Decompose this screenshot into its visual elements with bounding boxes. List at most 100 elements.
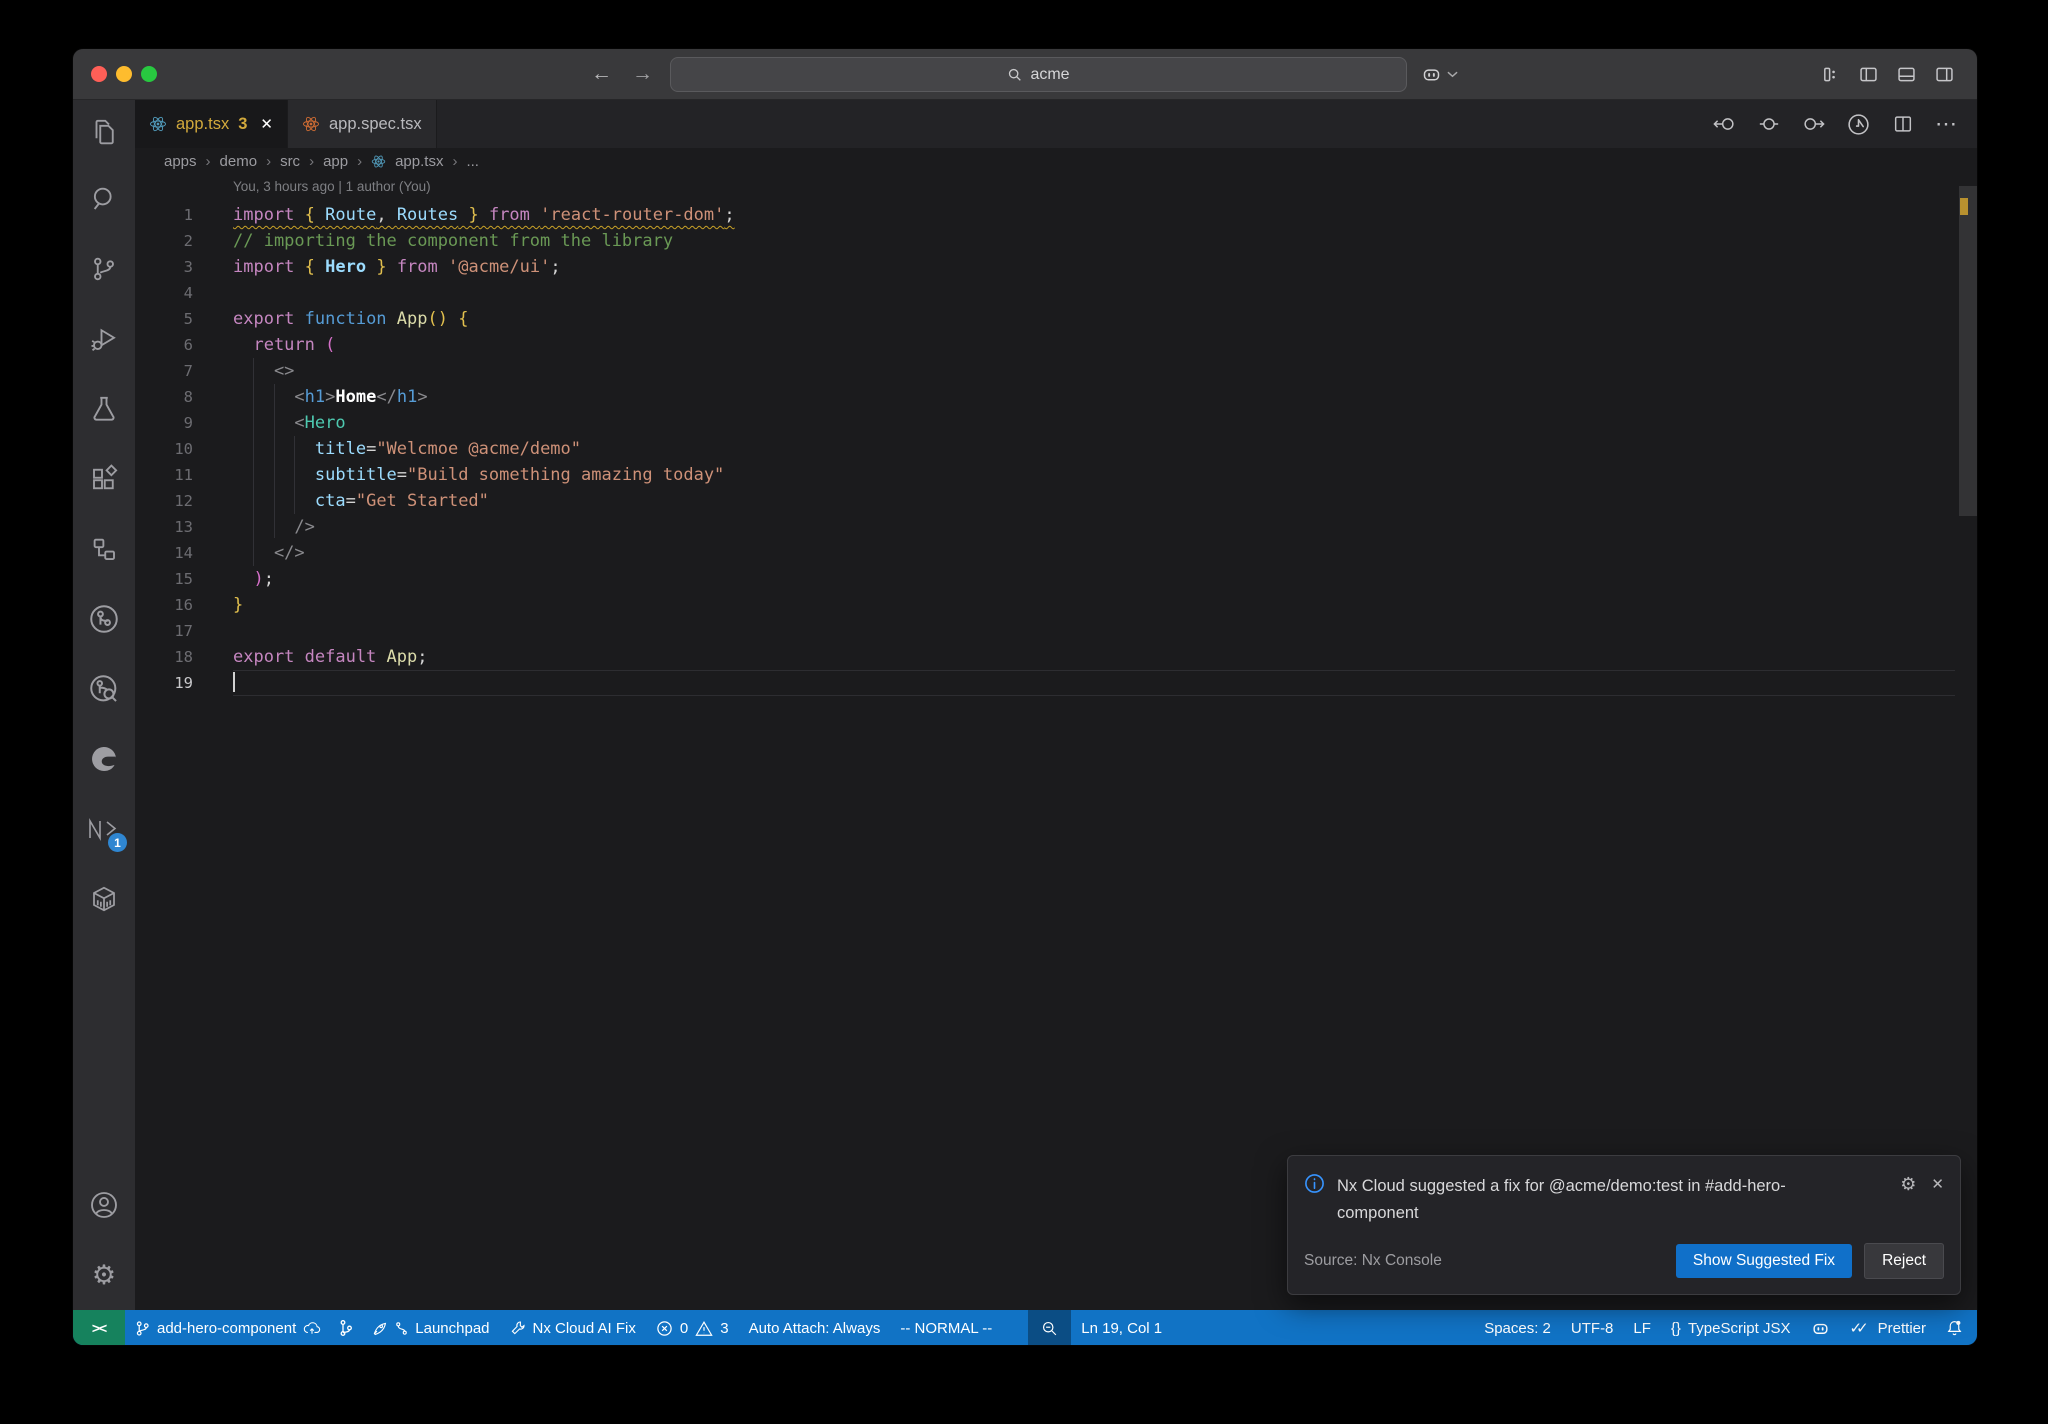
code-editor[interactable]: You, 3 hours ago | 1 author (You) 1 impor… xyxy=(135,174,1977,1310)
line-number: 14 xyxy=(174,544,193,562)
remote-indicator[interactable]: >< xyxy=(73,1310,125,1345)
sidebar-item-references[interactable] xyxy=(73,514,135,584)
sidebar-item-nx-console[interactable]: 1 xyxy=(73,794,135,864)
code-line: 6 return ( xyxy=(135,332,1977,358)
commit-graph-item[interactable] xyxy=(331,1310,361,1345)
copilot-status-item[interactable] xyxy=(1801,1310,1840,1345)
notifications-item[interactable] xyxy=(1936,1310,1977,1345)
launchpad-item[interactable]: Launchpad xyxy=(361,1310,499,1345)
files-icon xyxy=(89,117,119,147)
tab-app-spec-tsx[interactable]: app.spec.tsx xyxy=(287,100,437,148)
notification-source: Source: Nx Console xyxy=(1304,1252,1442,1269)
tab-app-tsx[interactable]: app.tsx 3 ✕ xyxy=(135,100,288,148)
sidebar-item-explorer[interactable] xyxy=(73,100,135,164)
launchpad-label: Launchpad xyxy=(415,1319,490,1337)
code-line: 5 export function App() { xyxy=(135,306,1977,332)
sidebar-item-gitlens[interactable] xyxy=(73,584,135,654)
line-number: 18 xyxy=(174,648,193,666)
language-label: TypeScript JSX xyxy=(1687,1319,1791,1337)
sidebar-item-source-control[interactable] xyxy=(73,234,135,304)
sidebar-item-extensions[interactable] xyxy=(73,444,135,514)
toggle-panel-icon[interactable] xyxy=(1896,64,1917,85)
encoding-item[interactable]: UTF-8 xyxy=(1561,1310,1624,1345)
breadcrumb-more[interactable]: ... xyxy=(466,153,479,170)
line-number: 12 xyxy=(174,492,193,510)
close-icon[interactable]: ✕ xyxy=(1931,1175,1944,1193)
nx-badge: 1 xyxy=(108,833,127,852)
more-actions-icon[interactable]: ⋯ xyxy=(1935,111,1957,137)
sidebar-item-run-debug[interactable] xyxy=(73,304,135,374)
language-item[interactable]: {} TypeScript JSX xyxy=(1661,1310,1801,1345)
changes-icon[interactable] xyxy=(1758,114,1780,134)
nx-fix-label: Nx Cloud AI Fix xyxy=(532,1319,636,1337)
problems-item[interactable]: 0 3 xyxy=(646,1310,739,1345)
window-controls xyxy=(91,66,157,82)
cursor-position-label: Ln 19, Col 1 xyxy=(1081,1319,1163,1337)
split-editor-icon[interactable] xyxy=(1892,113,1914,135)
cursor-position-item[interactable]: Ln 19, Col 1 xyxy=(1071,1310,1172,1345)
sidebar-item-accounts[interactable] xyxy=(73,1170,135,1240)
show-suggested-fix-button[interactable]: Show Suggested Fix xyxy=(1675,1244,1853,1278)
run-file-icon[interactable] xyxy=(1846,112,1871,137)
publish-cloud-icon xyxy=(303,1320,321,1336)
formatter-item[interactable]: ✓✓ Prettier xyxy=(1840,1310,1937,1345)
sidebar-item-search[interactable] xyxy=(73,164,135,234)
branch-item[interactable]: add-hero-component xyxy=(125,1310,331,1345)
code-line: 9 <Hero xyxy=(135,410,1977,436)
auto-attach-item[interactable]: Auto Attach: Always xyxy=(739,1310,891,1345)
code-line: 19 xyxy=(135,670,1977,696)
eol-item[interactable]: LF xyxy=(1623,1310,1661,1345)
breadcrumb-item[interactable]: app xyxy=(323,153,348,170)
sidebar-item-gitlens-inspect[interactable] xyxy=(73,654,135,724)
line-content: cta="Get Started" xyxy=(233,491,489,511)
sidebar-item-testing[interactable] xyxy=(73,374,135,444)
breadcrumb-item[interactable]: demo xyxy=(220,153,258,170)
notification-settings-icon[interactable]: ⚙ xyxy=(1900,1175,1916,1193)
line-content: // importing the component from the libr… xyxy=(233,231,674,251)
line-content: <Hero xyxy=(233,413,346,433)
account-icon xyxy=(88,1189,120,1221)
breadcrumb-item[interactable]: src xyxy=(280,153,300,170)
back-icon[interactable]: ← xyxy=(591,62,612,86)
gear-icon: ⚙ xyxy=(91,1259,117,1290)
prev-change-icon[interactable] xyxy=(1713,114,1737,134)
sidebar-item-settings[interactable]: ⚙ xyxy=(73,1240,135,1310)
commit-graph-icon xyxy=(338,1319,354,1337)
breadcrumb-file[interactable]: app.tsx xyxy=(395,153,443,170)
line-content: return ( xyxy=(233,335,336,355)
customize-layout-icon[interactable] xyxy=(1820,64,1841,85)
line-content: import { Route, Routes } from 'react-rou… xyxy=(233,205,735,225)
vim-mode-item[interactable]: -- NORMAL -- xyxy=(890,1310,1002,1345)
toggle-sidebar-icon[interactable] xyxy=(1858,64,1879,85)
code-line: 14 </> xyxy=(135,540,1977,566)
scrollbar-thumb[interactable] xyxy=(1959,186,1977,516)
minimize-window-button[interactable] xyxy=(116,66,132,82)
next-change-icon[interactable] xyxy=(1801,114,1825,134)
reject-button[interactable]: Reject xyxy=(1864,1243,1944,1279)
nx-cloud-fix-item[interactable]: Nx Cloud AI Fix xyxy=(500,1310,646,1345)
screenshot-root: ← → acme 1 ⚙ app.tsx 3 ✕ app.spec.tsx ⋯ … xyxy=(0,0,2048,1424)
command-center-search[interactable]: acme xyxy=(670,57,1407,92)
react-test-file-icon xyxy=(302,115,320,133)
sidebar-item-edge-tools[interactable] xyxy=(73,724,135,794)
zoom-out-icon xyxy=(1041,1320,1058,1337)
toggle-secondary-sidebar-icon[interactable] xyxy=(1934,64,1955,85)
error-count: 0 xyxy=(679,1319,689,1337)
forward-icon[interactable]: → xyxy=(632,62,653,86)
close-window-button[interactable] xyxy=(91,66,107,82)
code-line: 13 /> xyxy=(135,514,1977,540)
breadcrumb-item[interactable]: apps xyxy=(164,153,197,170)
copilot-menu-button[interactable] xyxy=(1421,49,1458,99)
codelens-blame[interactable]: You, 3 hours ago | 1 author (You) xyxy=(233,179,431,194)
indentation-item[interactable]: Spaces: 2 xyxy=(1474,1310,1561,1345)
layout-controls xyxy=(1820,49,1955,99)
hierarchy-icon xyxy=(89,534,119,564)
close-icon[interactable]: ✕ xyxy=(260,115,273,133)
tab-bar: app.tsx 3 ✕ app.spec.tsx ⋯ xyxy=(135,100,1977,148)
zoom-item[interactable] xyxy=(1028,1310,1072,1345)
line-content: /> xyxy=(233,517,315,537)
sidebar-item-containers[interactable] xyxy=(73,864,135,934)
zoom-window-button[interactable] xyxy=(141,66,157,82)
vscode-window: ← → acme 1 ⚙ app.tsx 3 ✕ app.spec.tsx ⋯ … xyxy=(72,48,1978,1346)
workbench-body: 1 ⚙ app.tsx 3 ✕ app.spec.tsx ⋯ apps › de… xyxy=(73,100,1977,1310)
